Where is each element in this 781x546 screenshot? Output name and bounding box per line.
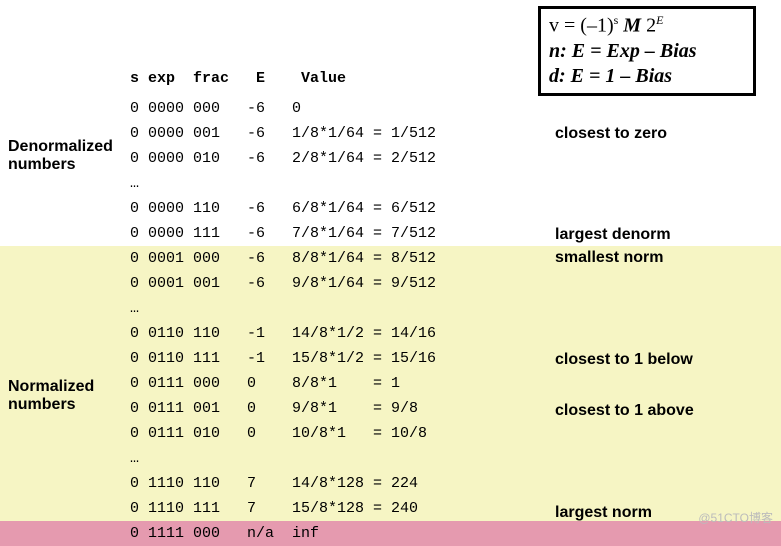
row-cells: 0 0001 001 -6 9/8*1/64 = 9/512 xyxy=(130,271,436,296)
row-cells: 0 0000 110 -6 6/8*1/64 = 6/512 xyxy=(130,196,436,221)
formula-M: M xyxy=(618,15,646,37)
row-cells: 0 0110 110 -1 14/8*1/2 = 14/16 xyxy=(130,321,436,346)
note-closest-zero: closest to zero xyxy=(555,125,667,143)
formula-line-1: v = (–1)s M 2E xyxy=(549,13,745,39)
row-cells: … xyxy=(130,446,139,471)
row-cells: 0 0000 010 -6 2/8*1/64 = 2/512 xyxy=(130,146,436,171)
formula-sup-E: E xyxy=(656,13,663,27)
table-row: 0 0000 000 -6 0 xyxy=(0,96,781,121)
row-cells: 0 0110 111 -1 15/8*1/2 = 15/16 xyxy=(130,346,436,371)
row-cells: 0 0000 000 -6 0 xyxy=(130,96,301,121)
row-cells: 0 1111 000 n/a inf xyxy=(130,521,319,546)
table-row: 0 0001 000 -6 8/8*1/64 = 8/512 xyxy=(0,246,781,271)
table-row: 0 1111 000 n/a inf xyxy=(0,521,781,546)
note-closest-above: closest to 1 above xyxy=(555,402,694,420)
formula-box: v = (–1)s M 2E n: E = Exp – Bias d: E = … xyxy=(538,6,756,96)
row-cells: 0 1110 110 7 14/8*128 = 224 xyxy=(130,471,418,496)
note-smallest-norm: smallest norm xyxy=(555,249,663,267)
formula-line-2: n: E = Exp – Bias xyxy=(549,39,745,64)
label-norm-b: numbers xyxy=(8,396,123,414)
table-header: s exp frac E Value xyxy=(130,70,346,87)
table-row: … xyxy=(0,446,781,471)
table-row: … xyxy=(0,296,781,321)
label-denorm-b: numbers xyxy=(8,156,123,174)
row-cells: 0 0001 000 -6 8/8*1/64 = 8/512 xyxy=(130,246,436,271)
note-largest-norm: largest norm xyxy=(555,504,652,522)
formula-2: 2 xyxy=(646,15,656,37)
row-cells: … xyxy=(130,171,139,196)
table-row: 0 0000 110 -6 6/8*1/64 = 6/512 xyxy=(0,196,781,221)
row-cells: 0 0111 001 0 9/8*1 = 9/8 xyxy=(130,396,418,421)
row-cells: 0 0111 010 0 10/8*1 = 10/8 xyxy=(130,421,427,446)
row-cells: 0 0000 111 -6 7/8*1/64 = 7/512 xyxy=(130,221,436,246)
label-denorm-a: Denormalized xyxy=(8,138,123,156)
table-row: 0 0110 110 -1 14/8*1/2 = 14/16 xyxy=(0,321,781,346)
label-norm-a: Normalized xyxy=(8,378,123,396)
table-row: 0 0001 001 -6 9/8*1/64 = 9/512 xyxy=(0,271,781,296)
table-row: 0 1110 111 7 15/8*128 = 240 xyxy=(0,496,781,521)
table-row: 0 0111 010 0 10/8*1 = 10/8 xyxy=(0,421,781,446)
formula-v: v = (–1) xyxy=(549,15,614,37)
note-largest-denorm: largest denorm xyxy=(555,226,671,244)
note-closest-below: closest to 1 below xyxy=(555,351,693,369)
table-row: 0 1110 110 7 14/8*128 = 224 xyxy=(0,471,781,496)
watermark: @51CTO博客 xyxy=(698,509,773,526)
row-cells: 0 0000 001 -6 1/8*1/64 = 1/512 xyxy=(130,121,436,146)
row-cells: 0 0111 000 0 8/8*1 = 1 xyxy=(130,371,400,396)
table-row: … xyxy=(0,171,781,196)
formula-line-3: d: E = 1 – Bias xyxy=(549,64,745,89)
row-cells: 0 1110 111 7 15/8*128 = 240 xyxy=(130,496,418,521)
row-cells: … xyxy=(130,296,139,321)
